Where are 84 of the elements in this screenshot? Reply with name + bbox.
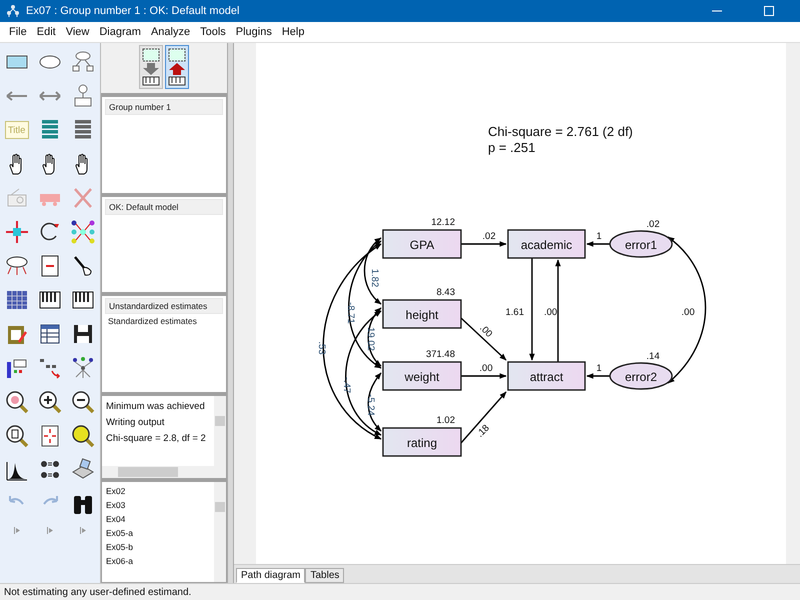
ellipse-with-boxes-icon[interactable] xyxy=(71,50,96,74)
path-coefficient: .18 xyxy=(474,422,492,440)
variable-label: attract xyxy=(530,370,564,384)
path-coefficient: 1.61 xyxy=(506,307,524,318)
move-arrows-icon[interactable] xyxy=(4,220,29,244)
menu-item[interactable]: Plugins xyxy=(230,26,277,38)
menu-item[interactable]: Tools xyxy=(195,26,231,38)
path-arrow xyxy=(586,241,610,247)
view-input-button[interactable] xyxy=(139,45,163,89)
example-entry[interactable]: Ex03 xyxy=(106,498,210,512)
fit-statistic: p = .251 xyxy=(488,140,536,155)
tab[interactable]: Path diagram xyxy=(236,568,306,583)
path-coefficient: -8.71 xyxy=(345,302,356,324)
menu-item[interactable]: Analyze xyxy=(146,26,196,38)
menu-item[interactable]: Help xyxy=(276,26,310,38)
log-line: Chi-square = 2.8, df = 2 xyxy=(106,432,207,446)
variable-label: height xyxy=(406,308,438,322)
estimates-item[interactable]: Unstandardized estimates xyxy=(105,298,223,314)
group-item[interactable]: Group number 1 xyxy=(105,99,223,115)
variable-label: academic xyxy=(520,238,572,252)
example-entry[interactable]: Ex04 xyxy=(106,512,210,526)
variance-label: .02 xyxy=(646,219,660,230)
log-line: Minimum was achieved xyxy=(106,400,206,414)
menu-item[interactable]: View xyxy=(60,26,94,38)
zoom-out-icon[interactable] xyxy=(71,390,96,414)
variable-label: rating xyxy=(406,436,438,450)
error-variable-ellipse xyxy=(609,230,673,258)
variable-label: error1 xyxy=(625,238,657,252)
path-coefficient: -5.24 xyxy=(365,394,376,416)
menu-item[interactable]: Edit xyxy=(32,26,61,38)
variance-label: .14 xyxy=(646,351,660,362)
vertical-scrollbar[interactable] xyxy=(214,396,226,466)
variance-label: 12.12 xyxy=(431,217,455,228)
example-entry[interactable]: Ex06-a xyxy=(106,554,210,568)
fit-statistic: Chi-square = 2.761 (2 df) xyxy=(488,124,633,139)
variable-label: GPA xyxy=(410,238,434,252)
tab[interactable]: Tables xyxy=(305,568,344,583)
vertical-scrollbar[interactable] xyxy=(214,482,226,582)
tree-icon[interactable] xyxy=(71,356,96,380)
menu-item[interactable]: File xyxy=(4,26,32,38)
path-coefficient: .53 xyxy=(316,341,327,355)
path-coefficient: .00 xyxy=(544,307,558,318)
variance-label: 1.02 xyxy=(436,415,455,426)
window-title: Ex07 : Group number 1 : OK: Default model xyxy=(26,5,240,17)
example-entry[interactable]: Ex05-b xyxy=(106,540,210,554)
path-coefficient: -.47 xyxy=(341,376,352,394)
view-output-button[interactable] xyxy=(165,45,189,89)
horizontal-scrollbar[interactable] xyxy=(102,466,226,478)
table-icon[interactable] xyxy=(38,322,62,346)
path-arrow xyxy=(460,317,506,361)
page-magnifier-icon[interactable] xyxy=(4,424,29,448)
model-item[interactable]: OK: Default model xyxy=(105,198,223,215)
tree-arrow-icon[interactable] xyxy=(38,356,62,380)
log-line: Writing output xyxy=(106,416,166,430)
path-arrow xyxy=(461,373,507,379)
variable-label: weight xyxy=(404,370,440,384)
ellipse-arrows-icon[interactable] xyxy=(4,254,29,278)
variance-label: 371.48 xyxy=(426,349,455,360)
network-icon[interactable] xyxy=(71,220,96,244)
zoom-in-icon[interactable] xyxy=(38,390,62,414)
tag-magnifier-icon[interactable] xyxy=(71,424,96,448)
estimates-item[interactable]: Standardized estimates xyxy=(105,314,223,328)
path-coefficient: .00 xyxy=(479,363,493,374)
variable-label: error2 xyxy=(625,370,657,384)
menu-item[interactable]: Diagram xyxy=(94,26,146,38)
path-arrow xyxy=(586,373,610,379)
app-icon xyxy=(6,4,20,18)
path-coefficient: 1 xyxy=(596,363,602,374)
path-arrow xyxy=(461,241,507,247)
path-coefficient: 1.82 xyxy=(369,268,380,288)
path-coefficient: .02 xyxy=(482,231,496,242)
example-entry[interactable]: Ex02 xyxy=(106,484,210,498)
error-variable-ellipse xyxy=(609,362,673,390)
path-coefficient: .00 xyxy=(681,307,695,318)
status-bar: Not estimating any user-defined estimand. xyxy=(0,583,800,600)
grid-icon[interactable] xyxy=(4,288,29,312)
magnifier-icon[interactable] xyxy=(4,390,29,414)
maximize-icon xyxy=(763,5,775,17)
path-arrow xyxy=(460,391,507,444)
path-coefficient: 19.02 xyxy=(365,327,376,351)
path-coefficient: 1 xyxy=(596,231,602,242)
path-coefficient: .00 xyxy=(477,322,494,340)
example-entry[interactable]: Ex05-a xyxy=(106,526,210,540)
variance-label: 8.43 xyxy=(436,287,455,298)
